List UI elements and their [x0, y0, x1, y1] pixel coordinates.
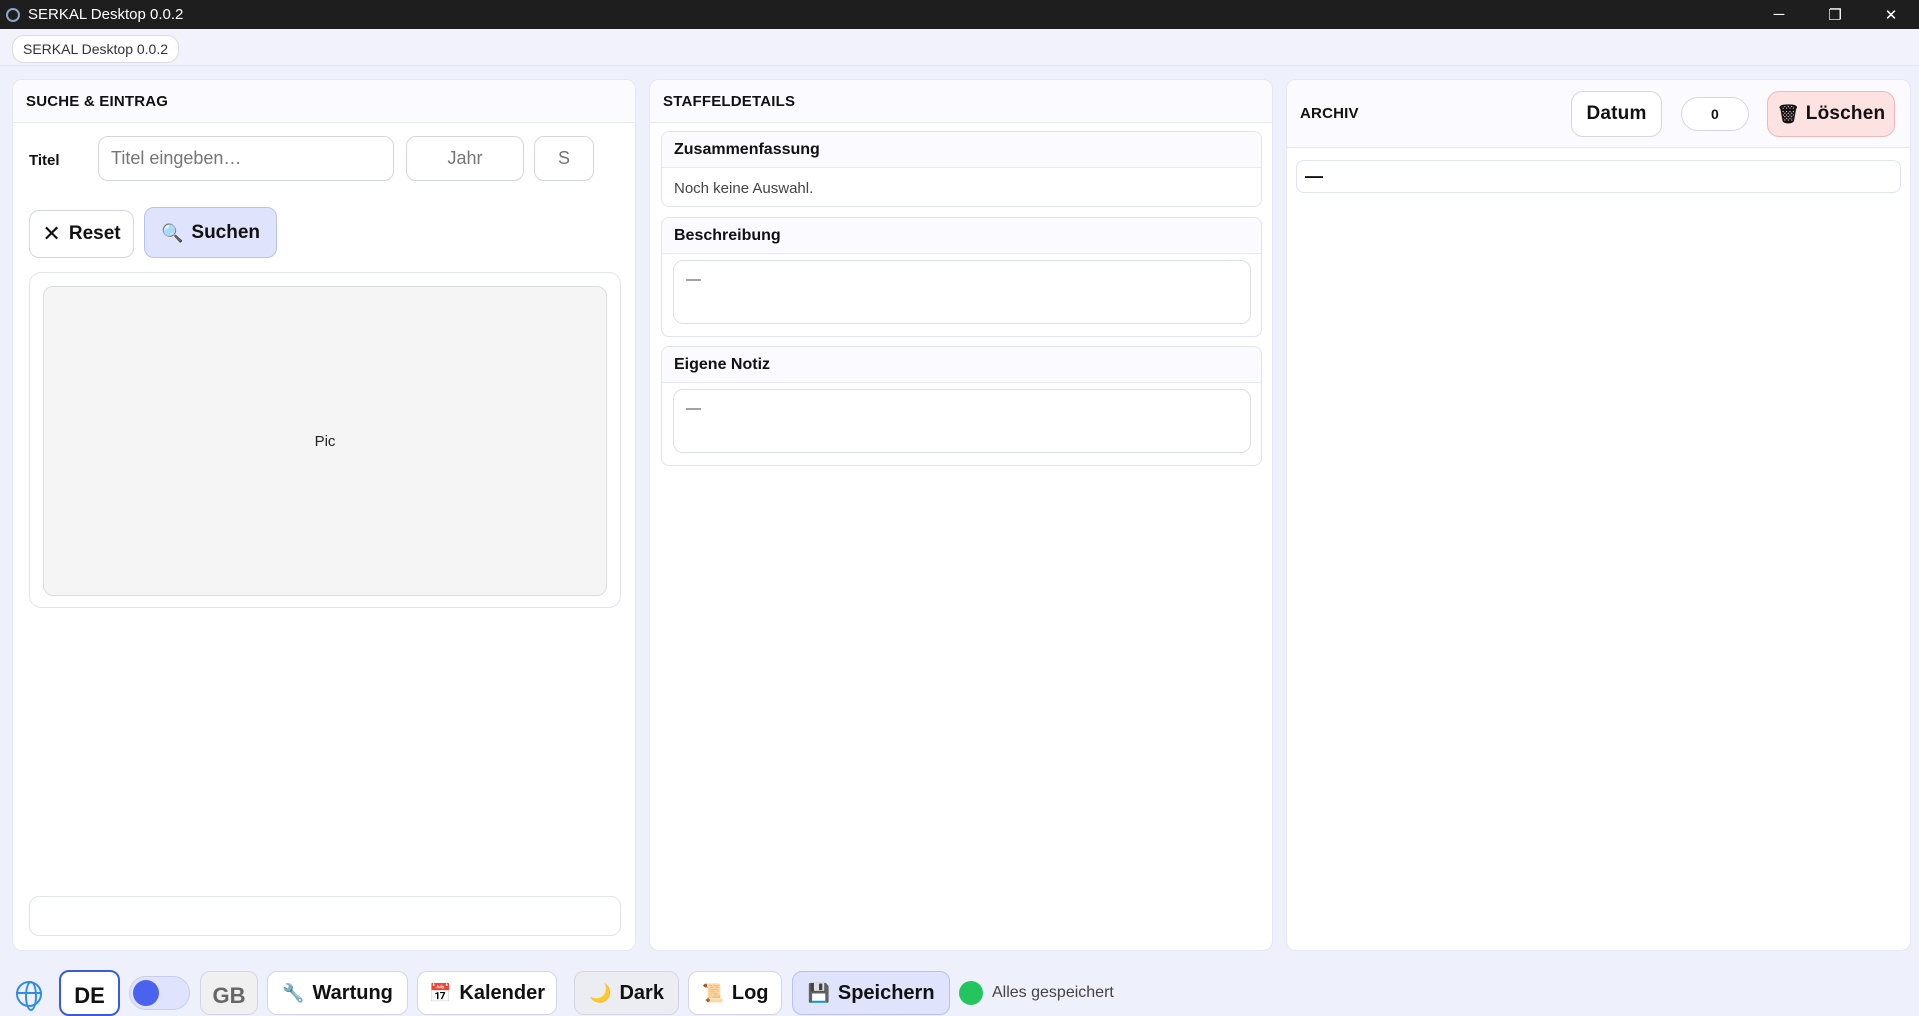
window-controls: ─ ❐ ✕ — [1751, 0, 1919, 29]
title-label: Titel — [29, 152, 60, 169]
status-indicator-icon — [959, 981, 983, 1005]
tab-strip: SERKAL Desktop 0.0.2 — [0, 29, 1919, 66]
year-input[interactable] — [406, 136, 524, 181]
globe-icon — [16, 981, 42, 1011]
dark-mode-button[interactable]: 🌙 Dark — [574, 971, 679, 1015]
save-status-text: Alles gespeichert — [992, 984, 1114, 1001]
floppy-disk-icon: 💾 — [807, 983, 830, 1003]
season-input[interactable] — [534, 136, 594, 181]
window-title: SERKAL Desktop 0.0.2 — [28, 6, 184, 23]
language-gb-button[interactable]: GB — [200, 971, 258, 1015]
language-de-button[interactable]: DE — [59, 970, 120, 1016]
calendar-icon: 📅 — [428, 983, 452, 1003]
save-label: Speichern — [837, 981, 935, 1004]
moon-icon: 🌙 — [589, 983, 612, 1003]
search-button[interactable]: 🔍 Suchen — [144, 207, 277, 258]
archive-title: ARCHIV — [1300, 105, 1359, 122]
reset-button[interactable]: ✕ Reset — [29, 210, 134, 258]
details-panel-header: STAFFELDETAILS — [650, 80, 1272, 123]
archive-panel: ARCHIV Datum 0 🗑 Löschen — — [1286, 79, 1911, 951]
save-button[interactable]: 💾 Speichern — [792, 971, 950, 1015]
left-status-field — [29, 896, 621, 936]
window-titlebar: SERKAL Desktop 0.0.2 ─ ❐ ✕ — [0, 0, 1919, 29]
log-button[interactable]: 📜 Log — [688, 971, 782, 1015]
description-field: — — [673, 260, 1251, 324]
sort-date-button[interactable]: Datum — [1571, 91, 1662, 137]
season-details-panel: STAFFELDETAILS Zusammenfassung Noch kein… — [649, 79, 1273, 951]
tab-serkal[interactable]: SERKAL Desktop 0.0.2 — [12, 35, 180, 63]
search-panel-header: SUCHE & EINTRAG — [13, 80, 635, 123]
maintenance-label: Wartung — [312, 981, 393, 1004]
note-card: Eigene Notiz — — [661, 346, 1262, 466]
scroll-icon: 📜 — [701, 983, 724, 1003]
toggle-knob — [133, 980, 159, 1006]
title-input[interactable] — [98, 136, 394, 181]
search-label: Suchen — [191, 221, 261, 243]
dark-label: Dark — [619, 981, 664, 1004]
search-icon: 🔍 — [160, 222, 184, 243]
archive-panel-header: ARCHIV Datum 0 🗑 Löschen — [1287, 80, 1910, 148]
summary-text: Noch keine Auswahl. — [674, 180, 814, 197]
calendar-button[interactable]: 📅 Kalender — [417, 971, 557, 1015]
trash-icon: 🗑 — [1776, 104, 1800, 124]
bottom-toolbar: DE GB 🔧 Wartung 📅 Kalender 🌙 Dark 📜 Log … — [0, 962, 1919, 1016]
maintenance-button[interactable]: 🔧 Wartung — [267, 971, 408, 1015]
archive-list-item[interactable]: — — [1296, 160, 1901, 193]
summary-title: Zusammenfassung — [662, 132, 1261, 168]
note-field[interactable]: — — [673, 389, 1251, 453]
language-toggle[interactable] — [129, 976, 190, 1010]
app-logo-icon — [6, 7, 20, 22]
description-title: Beschreibung — [662, 218, 1261, 254]
description-card: Beschreibung — — [661, 217, 1262, 337]
delete-button[interactable]: 🗑 Löschen — [1767, 91, 1895, 137]
log-label: Log — [731, 981, 769, 1004]
close-button[interactable]: ✕ — [1863, 0, 1919, 29]
picture-placeholder: Pic — [43, 286, 607, 596]
note-title: Eigene Notiz — [662, 347, 1261, 383]
reset-label: Reset — [68, 223, 121, 244]
close-icon: ✕ — [42, 221, 61, 246]
delete-label: Löschen — [1805, 103, 1886, 124]
archive-count-badge: 0 — [1681, 97, 1749, 131]
summary-card: Zusammenfassung Noch keine Auswahl. — [661, 131, 1262, 207]
maximize-button[interactable]: ❐ — [1807, 0, 1863, 29]
search-entry-panel: SUCHE & EINTRAG Titel ✕ Reset 🔍 Suchen P… — [12, 79, 636, 951]
wrench-icon: 🔧 — [282, 983, 305, 1003]
minimize-button[interactable]: ─ — [1751, 0, 1807, 29]
calendar-label: Kalender — [459, 981, 545, 1004]
picture-container: Pic — [29, 272, 621, 608]
